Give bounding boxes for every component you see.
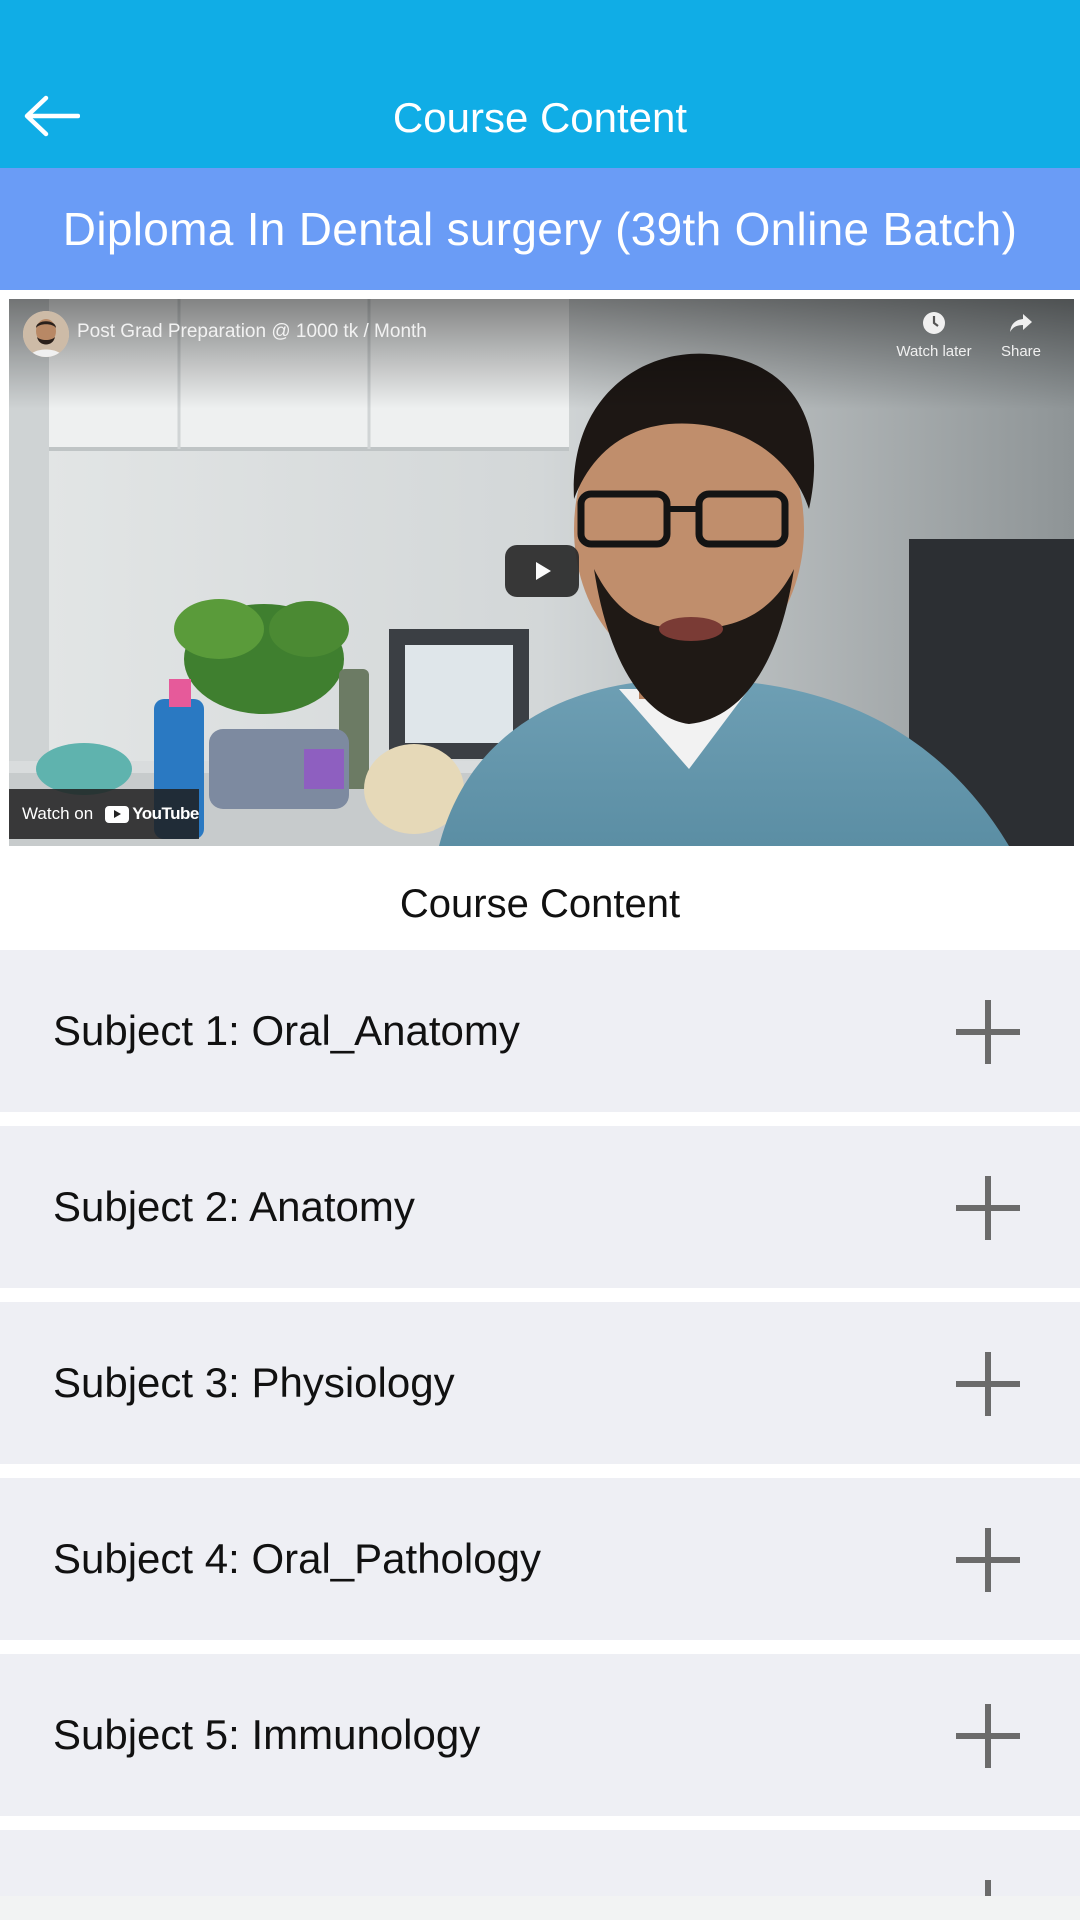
plus-icon[interactable] (956, 1352, 1020, 1416)
subject-label: Subject 2: Anatomy (53, 1183, 415, 1230)
play-icon (536, 562, 551, 580)
share-icon (1010, 314, 1032, 332)
watch-later-label: Watch later (896, 343, 972, 360)
subject-item-2[interactable]: Subject 2: Anatomy (0, 1126, 1080, 1288)
avatar-icon (23, 311, 69, 357)
channel-avatar[interactable] (23, 311, 69, 357)
youtube-video-player[interactable]: Post Grad Preparation @ 1000 tk / Month … (9, 299, 1074, 846)
plus-icon[interactable] (956, 1000, 1020, 1064)
subject-item-6[interactable] (0, 1830, 1080, 1896)
subject-item-5[interactable]: Subject 5: Immunology (0, 1654, 1080, 1816)
video-title[interactable]: Post Grad Preparation @ 1000 tk / Month (77, 321, 427, 343)
watch-later-button[interactable]: Watch later (889, 311, 979, 360)
plus-icon[interactable] (956, 1880, 1020, 1896)
clock-icon (923, 312, 945, 334)
share-button[interactable]: Share (986, 311, 1056, 360)
share-label: Share (1000, 343, 1042, 360)
subject-label: Subject 5: Immunology (53, 1711, 481, 1758)
course-name-banner: Diploma In Dental surgery (39th Online B… (0, 168, 1080, 290)
youtube-logo-icon: YouTube (105, 804, 199, 824)
youtube-logo-text: YouTube (132, 804, 199, 823)
plus-icon[interactable] (956, 1176, 1020, 1240)
section-heading: Course Content (399, 882, 681, 926)
play-button[interactable] (505, 545, 579, 597)
page-title: Course Content (392, 94, 688, 141)
subject-label: Subject 3: Physiology (53, 1359, 455, 1406)
watch-on-youtube-button[interactable]: Watch on YouTube (9, 789, 199, 839)
bottom-edge (0, 1896, 1080, 1920)
subject-label: Subject 1: Oral_Anatomy (53, 1007, 520, 1054)
plus-icon[interactable] (956, 1528, 1020, 1592)
subject-item-1[interactable]: Subject 1: Oral_Anatomy (0, 950, 1080, 1112)
subject-label: Subject 4: Oral_Pathology (53, 1535, 541, 1582)
subject-item-3[interactable]: Subject 3: Physiology (0, 1302, 1080, 1464)
app-bar: Course Content (0, 0, 1080, 168)
plus-icon[interactable] (956, 1704, 1020, 1768)
watch-on-label: Watch on (22, 804, 94, 823)
subject-item-4[interactable]: Subject 4: Oral_Pathology (0, 1478, 1080, 1640)
